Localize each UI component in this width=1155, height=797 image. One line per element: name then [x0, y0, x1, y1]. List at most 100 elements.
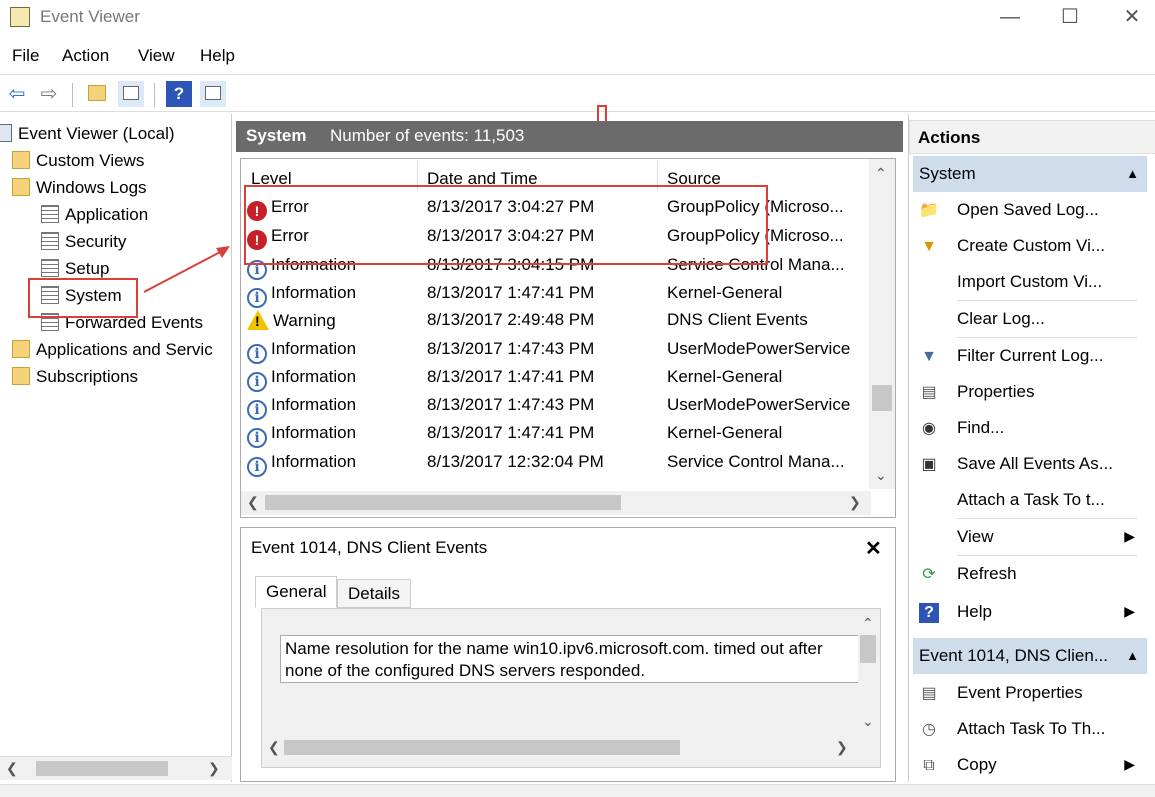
close-icon[interactable]: ✕ [865, 536, 882, 561]
menu-file[interactable]: File [12, 46, 39, 66]
table-row[interactable]: i Information 8/13/2017 1:47:43 PM UserMode… [247, 391, 867, 420]
up-folder-icon[interactable] [84, 81, 110, 107]
scroll-left-icon[interactable]: ❮ [6, 760, 18, 777]
back-icon[interactable]: ⇦ [4, 81, 30, 107]
detail-vertical-scrollbar[interactable]: ⌃ ⌄ [858, 613, 878, 733]
action-label: View [957, 527, 994, 546]
table-row[interactable]: i Information 8/13/2017 1:47:41 PM Kernel-G… [247, 419, 867, 448]
tree-item-application[interactable]: Application [41, 202, 148, 228]
action-import-custom-view[interactable]: Import Custom Vi... [913, 266, 1147, 300]
scroll-left-icon[interactable]: ❮ [247, 494, 259, 511]
collapse-up-icon[interactable]: ▲ [1126, 648, 1139, 663]
information-icon: i [247, 344, 267, 364]
show-hide-tree-icon[interactable] [118, 81, 144, 107]
action-label: Open Saved Log... [957, 200, 1099, 219]
scroll-left-icon[interactable]: ❮ [268, 739, 280, 756]
action-group-label: Event 1014, DNS Clien... [919, 646, 1108, 665]
cell-level: i Information [247, 339, 356, 364]
scroll-thumb[interactable] [36, 761, 168, 776]
cell-source: UserModePowerService [667, 339, 851, 358]
forward-icon[interactable]: ⇨ [36, 81, 62, 107]
action-refresh[interactable]: ⟳ Refresh [913, 558, 1147, 592]
menu-help[interactable]: Help [200, 46, 235, 66]
help-icon[interactable]: ? [166, 81, 192, 107]
scroll-up-icon[interactable]: ⌃ [875, 165, 887, 182]
scroll-down-icon[interactable]: ⌄ [875, 467, 887, 484]
action-create-custom-view[interactable]: ▼ Create Custom Vi... [913, 230, 1147, 264]
tree-item-security[interactable]: Security [41, 229, 126, 255]
tab-general[interactable]: General [255, 576, 338, 608]
action-group-system[interactable]: System ▲ [913, 156, 1147, 192]
help-icon: ? [919, 603, 939, 623]
scroll-up-icon[interactable]: ⌃ [862, 615, 874, 632]
action-attach-task-event[interactable]: ◷ Attach Task To Th... [913, 713, 1147, 747]
menu-view[interactable]: View [138, 46, 175, 66]
scroll-right-icon[interactable]: ❯ [836, 739, 848, 756]
tree-item-label: Application [65, 205, 149, 224]
tree-item-windows-logs[interactable]: Windows Logs [12, 175, 147, 201]
event-viewer-app-icon [10, 7, 30, 27]
cell-datetime: 8/13/2017 12:32:04 PM [427, 452, 604, 471]
scroll-down-icon[interactable]: ⌄ [862, 713, 874, 730]
action-event-properties[interactable]: ▤ Event Properties [913, 677, 1147, 711]
tree-horizontal-scrollbar[interactable]: ❮ ❯ [0, 756, 232, 780]
maximize-button[interactable]: ☐ [1050, 4, 1090, 30]
collapse-up-icon[interactable]: ▲ [1126, 166, 1139, 181]
log-header: System Number of events: 11,503 [236, 121, 903, 152]
properties-icon: ▤ [921, 685, 937, 702]
information-icon: i [247, 288, 267, 308]
table-row[interactable]: i Information 8/13/2017 1:47:41 PM Kernel-G… [247, 279, 867, 308]
show-hide-action-icon[interactable] [200, 81, 226, 107]
action-attach-task[interactable]: Attach a Task To t... [913, 484, 1147, 518]
tree-item-label: Custom Views [36, 151, 145, 170]
detail-horizontal-scrollbar[interactable]: ❮ ❯ [262, 737, 858, 759]
information-icon: i [247, 428, 267, 448]
tree-root-label: Event Viewer (Local) [18, 124, 175, 143]
tree-item-custom-views[interactable]: Custom Views [12, 148, 144, 174]
action-clear-log[interactable]: Clear Log... [913, 303, 1147, 337]
tree-root[interactable]: Event Viewer (Local) [0, 121, 175, 147]
action-separator [957, 300, 1137, 301]
scroll-thumb[interactable] [284, 740, 680, 755]
action-label: Clear Log... [957, 309, 1045, 328]
cell-datetime: 8/13/2017 1:47:43 PM [427, 339, 595, 358]
close-window-button[interactable]: ✕ [1112, 4, 1152, 30]
action-label: Properties [957, 382, 1035, 401]
scroll-thumb[interactable] [265, 495, 621, 510]
toolbar: ⇦ ⇨ ? [0, 74, 1155, 112]
action-filter-current-log[interactable]: ▼ Filter Current Log... [913, 340, 1147, 374]
grid-horizontal-scrollbar[interactable]: ❮ ❯ [241, 491, 871, 515]
action-properties[interactable]: ▤ Properties [913, 376, 1147, 410]
binoculars-icon: ◉ [922, 420, 936, 437]
tab-details[interactable]: Details [337, 579, 411, 608]
action-group-label: System [919, 164, 976, 183]
action-label: Attach Task To Th... [957, 719, 1106, 738]
action-help[interactable]: ? Help ▶ [913, 596, 1147, 630]
table-row[interactable]: i Information 8/13/2017 1:47:43 PM UserMode… [247, 335, 867, 364]
table-row[interactable]: ! Warning 8/13/2017 2:49:48 PM DNS Client E… [247, 306, 867, 334]
table-row[interactable]: i Information 8/13/2017 1:47:41 PM Kernel-G… [247, 363, 867, 392]
action-save-all-events[interactable]: ▣ Save All Events As... [913, 448, 1147, 482]
description-box[interactable]: Name resolution for the name win10.ipv6.… [280, 635, 860, 683]
table-row[interactable]: i Information 8/13/2017 12:32:04 PM Service… [247, 448, 867, 477]
action-copy[interactable]: ⧉ Copy ▶ [913, 749, 1147, 783]
grid-vertical-scrollbar[interactable]: ⌃ ⌄ [869, 159, 895, 489]
cell-datetime: 8/13/2017 2:49:48 PM [427, 310, 595, 329]
action-view[interactable]: View ▶ [913, 521, 1147, 555]
tree-item-label: Setup [65, 259, 110, 278]
scroll-thumb[interactable] [872, 385, 892, 411]
tree-item-apps-services[interactable]: Applications and Servic [12, 337, 213, 363]
information-icon: i [247, 372, 267, 392]
action-find[interactable]: ◉ Find... [913, 412, 1147, 446]
action-open-saved-log[interactable]: 📁 Open Saved Log... [913, 194, 1147, 228]
action-separator [957, 337, 1137, 338]
scroll-thumb[interactable] [860, 635, 876, 663]
minimize-button[interactable]: — [990, 4, 1030, 30]
actions-pane: Actions System ▲ 📁 Open Saved Log... ▼ Crea… [908, 114, 1155, 782]
action-group-event[interactable]: Event 1014, DNS Clien... ▲ [913, 638, 1147, 674]
tree-item-subscriptions[interactable]: Subscriptions [12, 364, 138, 390]
scroll-right-icon[interactable]: ❯ [208, 760, 220, 777]
scroll-right-icon[interactable]: ❯ [849, 494, 861, 511]
title-bar: Event Viewer — ☐ ✕ [0, 0, 1155, 36]
menu-action[interactable]: Action [62, 46, 109, 66]
